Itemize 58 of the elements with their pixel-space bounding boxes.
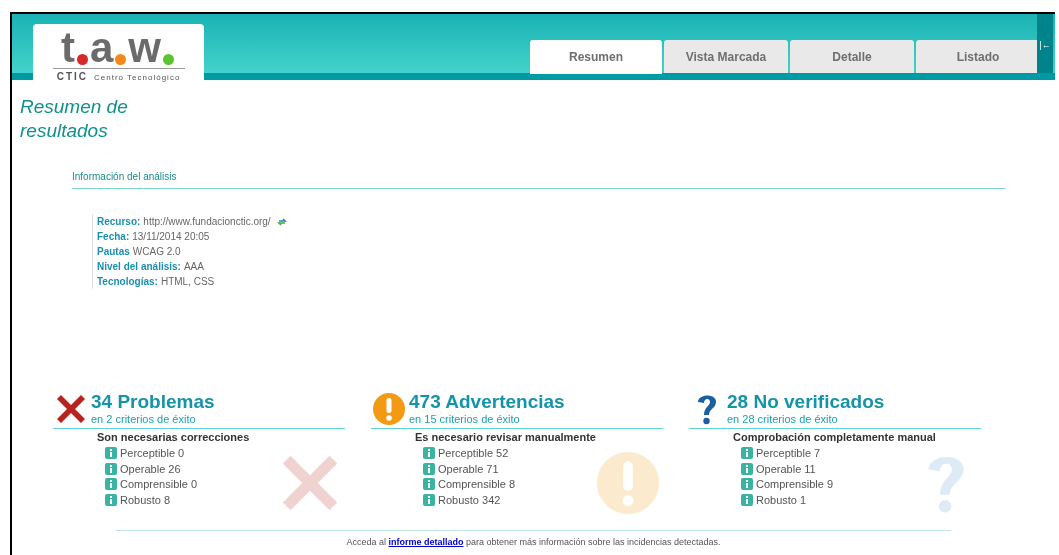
tab[interactable]: Detalle <box>790 40 914 73</box>
info-icon <box>105 478 117 491</box>
category-count: Robusto 8 <box>120 492 171 508</box>
field-value: 13/11/2014 20:05 <box>132 230 210 244</box>
summary-subtitle: en 15 criterios de éxito <box>409 413 521 425</box>
field-value: HTML, CSS <box>160 275 215 289</box>
field-label: Pautas <box>97 245 130 259</box>
footer-text: Acceda al informe detallado para obtener más información sobre las incidencias detectadas. <box>345 535 722 549</box>
category-count: Operable 11 <box>756 461 816 477</box>
summary-note: Es necesario revisar manualmente <box>415 430 596 445</box>
info-icon <box>423 462 435 475</box>
field-value: AAA <box>183 260 204 274</box>
summary-title: 34 Problemas <box>91 391 215 413</box>
exclamation-icon <box>371 391 407 427</box>
category-count: Comprensible 9 <box>756 477 834 492</box>
summary-subtitle: en 28 criterios de éxito <box>727 413 839 425</box>
info-icon <box>741 493 753 506</box>
summary-title: 473 Advertencias <box>409 391 565 413</box>
category-count: Perceptible 7 <box>756 446 821 461</box>
field-value: WCAG 2.0 <box>132 245 181 259</box>
info-icon <box>105 462 117 475</box>
logo-letter: a <box>90 30 114 66</box>
summary-note: Son necesarias correcciones <box>97 430 250 445</box>
tab[interactable]: Listado <box>916 40 1040 73</box>
field-label: Nivel del análisis: <box>97 260 181 274</box>
info-icon <box>423 447 435 460</box>
category-count: Robusto 1 <box>756 492 807 508</box>
logo-letter: w <box>128 30 161 66</box>
category-count: Perceptible 52 <box>438 446 509 461</box>
info-icon <box>105 447 117 460</box>
field-label: Fecha: <box>97 230 130 244</box>
section-heading: Información del análisis <box>72 171 177 182</box>
category-count: Comprensible 8 <box>438 477 516 492</box>
report-link[interactable]: informe detallado <box>388 536 464 547</box>
field-label: Recurso: <box>97 215 141 229</box>
category-count: Perceptible 0 <box>120 446 185 461</box>
info-icon <box>105 493 117 506</box>
info-icon <box>741 478 753 491</box>
summary-subtitle: en 2 criterios de éxito <box>91 413 197 425</box>
field-value: http://www.fundacionctic.org/ <box>143 215 271 229</box>
field-label: Tecnologías: <box>97 275 158 289</box>
info-icon <box>741 462 753 475</box>
summary-title: 28 No verificados <box>727 391 885 413</box>
category-count: Robusto 342 <box>438 492 501 508</box>
info-icon <box>423 478 435 491</box>
tab[interactable]: Resumen <box>530 40 662 74</box>
info-icon <box>423 493 435 506</box>
logo-org-name: Centro Tecnológico <box>94 72 181 84</box>
summary-note: Comprobación completamente manual <box>733 430 936 445</box>
category-count: Comprensible 0 <box>120 477 198 492</box>
logo-letter: t <box>61 30 75 66</box>
tab[interactable]: Vista Marcada <box>664 40 788 73</box>
info-icon <box>741 447 753 460</box>
page-title: Resumen de resultados <box>20 95 129 143</box>
category-count: Operable 71 <box>438 461 499 477</box>
category-count: Operable 26 <box>120 461 181 477</box>
refresh-icon[interactable] <box>276 216 287 227</box>
logo-org: CTIC <box>56 70 88 84</box>
